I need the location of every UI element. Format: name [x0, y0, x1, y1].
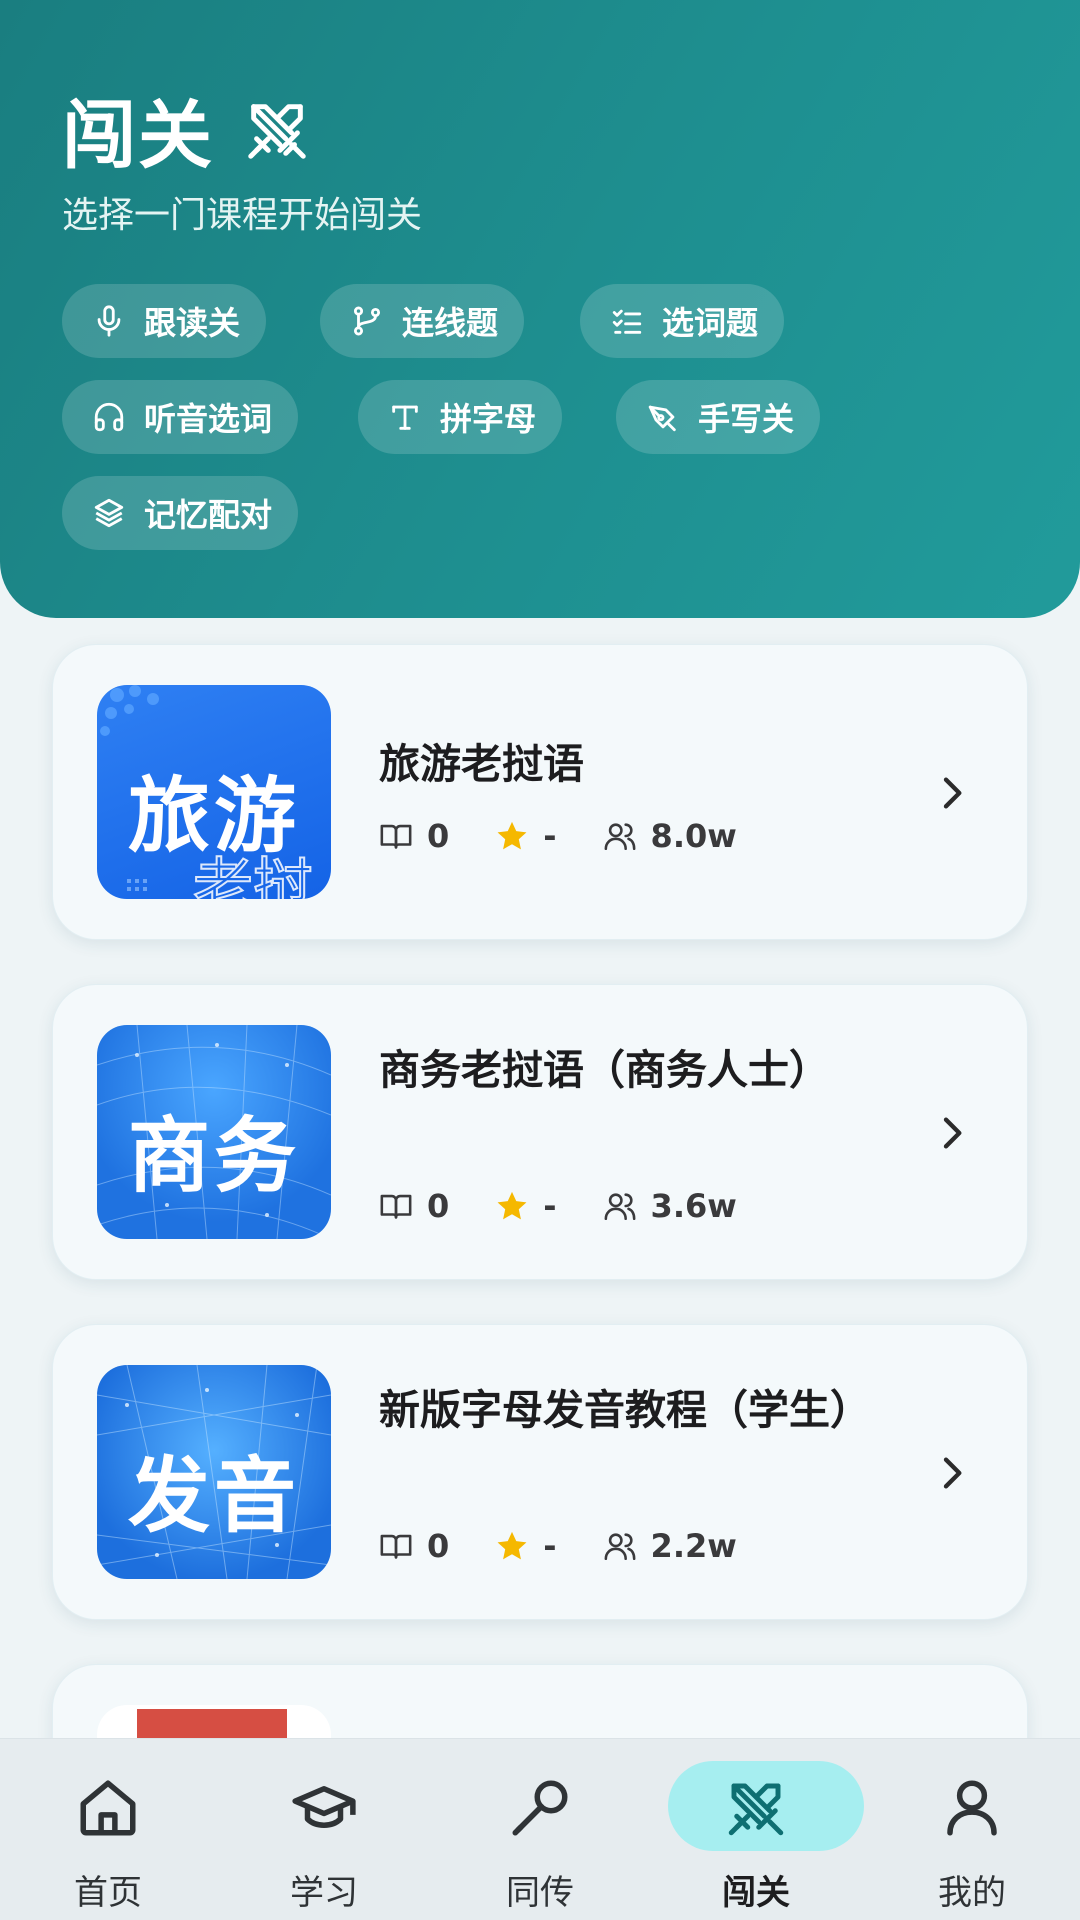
book-icon — [380, 1534, 412, 1559]
rating-value: - — [543, 1527, 557, 1565]
chip-choose-word[interactable]: 选词题 — [580, 284, 785, 358]
learners-stat: 8.0w — [603, 817, 737, 855]
thumbnail-text: 商务 — [127, 1109, 300, 1204]
chevron-right-icon — [943, 777, 962, 809]
chip-spell-letters[interactable]: 拼字母 — [358, 380, 563, 454]
lessons-count: 0 — [427, 1187, 450, 1225]
rating-stat: - — [495, 817, 557, 855]
chip-label: 跟读关 — [144, 304, 241, 342]
book-icon — [380, 1194, 412, 1219]
pen-icon — [648, 405, 676, 432]
course-stats: 0 - 2.2w — [379, 1527, 783, 1565]
microphone-icon — [97, 305, 121, 337]
nav-label: 学习 — [290, 1873, 358, 1913]
layers-icon — [94, 498, 124, 528]
home-icon — [80, 1780, 136, 1836]
rating-stat: - — [495, 1527, 557, 1565]
rating-stat: - — [495, 1187, 557, 1225]
course-card[interactable]: 老挝 旅游 旅游老挝语 0 - 8.0w — [52, 644, 1028, 940]
star-icon — [497, 1191, 527, 1220]
chip-label: 听音选词 — [144, 400, 273, 438]
user-icon — [947, 1780, 997, 1836]
chip-label: 记忆配对 — [144, 496, 273, 534]
nav-label: 同传 — [506, 1873, 574, 1913]
nav-profile[interactable]: 我的 — [864, 1739, 1080, 1920]
course-card[interactable]: 发音 新版字母发音教程（学生） 0 - 2.2w — [52, 1324, 1028, 1620]
nav-label: 首页 — [74, 1873, 142, 1913]
chevron-right-icon — [943, 1117, 962, 1149]
users-icon — [604, 1533, 635, 1561]
text-t-icon — [392, 405, 418, 430]
chip-listen-choose[interactable]: 听音选词 — [62, 380, 299, 454]
learners-stat: 2.2w — [603, 1527, 737, 1565]
page-title: 闯关 — [62, 93, 214, 179]
book-icon — [380, 824, 412, 849]
lessons-stat: 0 — [379, 1527, 449, 1565]
page-header: 闯关 选择一门课程开始闯关 跟读关 连线题 选词题 听音选词 拼字母 手写关 记… — [0, 0, 1080, 618]
course-title: 商务老挝语（商务人士） — [379, 1046, 830, 1094]
nav-home[interactable]: 首页 — [0, 1739, 216, 1920]
microphone-icon — [512, 1780, 568, 1836]
users-icon — [604, 1193, 635, 1221]
course-card[interactable]: 商务 商务老挝语（商务人士） 0 - 3.6w — [52, 984, 1028, 1280]
thumbnail-text: 发音 — [127, 1449, 300, 1544]
lessons-stat: 0 — [379, 817, 449, 855]
crossed-swords-icon — [728, 1783, 784, 1836]
chip-label: 拼字母 — [440, 400, 537, 438]
chip-follow-read[interactable]: 跟读关 — [62, 284, 267, 358]
nav-challenge[interactable]: 闯关 — [648, 1739, 864, 1920]
lessons-count: 0 — [427, 817, 450, 855]
course-stats: 0 - 3.6w — [379, 1187, 783, 1225]
lessons-count: 0 — [427, 1527, 450, 1565]
chip-label: 连线题 — [402, 304, 499, 342]
nav-label: 我的 — [938, 1873, 1006, 1913]
learners-count: 8.0w — [650, 817, 737, 855]
page-subtitle: 选择一门课程开始闯关 — [62, 195, 423, 236]
course-thumbnail: 商务 — [97, 1025, 331, 1239]
learners-stat: 3.6w — [603, 1187, 737, 1225]
chip-label: 选词题 — [662, 304, 759, 342]
title-row: 闯关 — [62, 76, 312, 183]
chip-connect-lines[interactable]: 连线题 — [320, 284, 525, 358]
chip-handwriting[interactable]: 手写关 — [616, 380, 821, 454]
crossed-swords-icon — [248, 103, 306, 159]
connect-line-icon — [353, 306, 381, 336]
checklist-icon — [612, 309, 642, 334]
course-title: 新版字母发音教程（学生） — [379, 1386, 871, 1434]
learners-count: 2.2w — [650, 1527, 737, 1565]
chevron-right-icon — [943, 1457, 962, 1489]
learners-count: 3.6w — [650, 1187, 737, 1225]
rating-value: - — [543, 817, 557, 855]
star-icon — [497, 1531, 527, 1560]
thumbnail-text: 旅游 — [127, 769, 300, 864]
nav-interpret[interactable]: 同传 — [432, 1739, 648, 1920]
users-icon — [604, 823, 635, 851]
chip-label: 手写关 — [698, 400, 795, 438]
star-icon — [497, 821, 527, 850]
course-stats: 0 - 8.0w — [379, 817, 783, 855]
course-title: 旅游老挝语 — [379, 740, 584, 788]
headphones-icon — [94, 402, 124, 432]
lessons-stat: 0 — [379, 1187, 449, 1225]
course-thumbnail: 发音 — [97, 1365, 331, 1579]
rating-value: - — [543, 1187, 557, 1225]
nav-label: 闯关 — [722, 1873, 790, 1913]
graduation-cap-icon — [292, 1786, 356, 1828]
chip-memory-match[interactable]: 记忆配对 — [62, 476, 299, 550]
course-thumbnail: 老挝 旅游 — [97, 685, 331, 899]
nav-study[interactable]: 学习 — [216, 1739, 432, 1920]
bottom-navigation: 首页 学习 同传 闯关 我的 — [0, 1738, 1080, 1920]
